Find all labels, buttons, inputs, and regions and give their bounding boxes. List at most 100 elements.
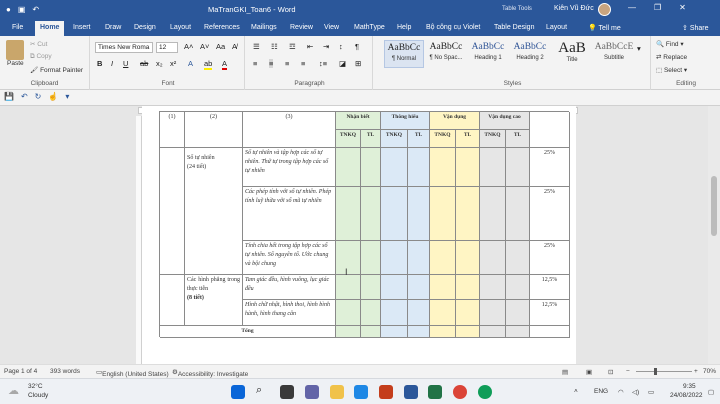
tab-layout[interactable]: Layout: [170, 24, 191, 31]
count-cell[interactable]: [430, 187, 456, 241]
count-cell[interactable]: [430, 275, 456, 300]
clock-date[interactable]: 24/08/2022: [670, 392, 703, 399]
sub-header[interactable]: TL: [361, 130, 381, 148]
accessibility-status[interactable]: ⚙ Accessibility: Investigate: [172, 368, 248, 378]
tell-me-search[interactable]: 💡 Tell me: [588, 24, 621, 32]
zoom-level[interactable]: 70%: [703, 368, 716, 375]
borders-icon[interactable]: ⊞: [355, 59, 361, 68]
count-cell[interactable]: [480, 187, 506, 241]
count-cell[interactable]: [456, 241, 480, 275]
sub-header[interactable]: TL: [506, 130, 530, 148]
tab-insert[interactable]: Insert: [73, 24, 91, 31]
total-cell[interactable]: [480, 326, 506, 338]
align-right-icon[interactable]: ≡: [285, 59, 289, 68]
task-view-icon[interactable]: [280, 385, 294, 399]
cloud-icon[interactable]: ☁: [8, 384, 19, 397]
empty-cell[interactable]: [160, 148, 185, 275]
input-language[interactable]: ENG: [594, 388, 608, 395]
change-case-icon[interactable]: Aa: [216, 42, 225, 51]
empty-cell[interactable]: [160, 275, 185, 326]
font-name-select[interactable]: Times New Roma: [95, 42, 153, 53]
count-cell[interactable]: [336, 148, 361, 187]
word-icon[interactable]: [404, 385, 418, 399]
tab-help[interactable]: Help: [397, 24, 411, 31]
sub-header[interactable]: TL: [408, 130, 430, 148]
column-number[interactable]: (2): [185, 112, 243, 148]
vertical-scrollbar[interactable]: [708, 106, 720, 364]
count-cell[interactable]: [336, 187, 361, 241]
column-number[interactable]: (3): [243, 112, 336, 148]
count-cell[interactable]: [480, 148, 506, 187]
total-cell[interactable]: [408, 326, 430, 338]
count-cell[interactable]: [506, 300, 530, 326]
style-normal[interactable]: AaBbCc ¶ Normal: [384, 40, 424, 68]
customize-icon[interactable]: ▾: [65, 92, 69, 102]
level-header[interactable]: Vận dụng cao: [480, 112, 530, 130]
temperature[interactable]: 32°C: [28, 383, 43, 390]
count-cell[interactable]: [408, 300, 430, 326]
shrink-font-icon[interactable]: A˅: [200, 42, 209, 51]
pilcrow-icon[interactable]: ¶: [355, 42, 359, 51]
avatar[interactable]: [598, 3, 611, 16]
count-cell[interactable]: [506, 148, 530, 187]
count-cell[interactable]: [456, 187, 480, 241]
justify-icon[interactable]: ≡: [301, 59, 305, 68]
weather-status[interactable]: Cloudy: [28, 392, 48, 399]
tray-chevron-icon[interactable]: ˄: [574, 388, 578, 395]
count-cell[interactable]: [506, 275, 530, 300]
multilevel-icon[interactable]: ☲: [289, 42, 296, 51]
share-button[interactable]: ⇪ Share: [682, 24, 709, 32]
total-cell[interactable]: [336, 326, 361, 338]
scroll-thumb[interactable]: [711, 176, 717, 236]
count-cell[interactable]: [361, 241, 381, 275]
file-explorer-icon[interactable]: [330, 385, 344, 399]
decrease-indent-icon[interactable]: ⇤: [307, 42, 313, 51]
tab-table-design[interactable]: Table Design: [494, 24, 534, 31]
close-button[interactable]: ✕: [679, 3, 686, 12]
count-cell[interactable]: [480, 275, 506, 300]
chrome-icon[interactable]: [453, 385, 467, 399]
tab-violet[interactable]: Bộ công cụ Violet: [426, 24, 480, 31]
count-cell[interactable]: [381, 241, 408, 275]
percent-cell[interactable]: 25%: [530, 241, 570, 275]
web-layout-icon[interactable]: ⊡: [608, 368, 613, 376]
zoom-out-icon[interactable]: −: [626, 368, 630, 375]
content-cell[interactable]: Hình chữ nhật, hình thoi, hình bình hành…: [243, 300, 336, 326]
count-cell[interactable]: [506, 241, 530, 275]
count-cell[interactable]: [456, 300, 480, 326]
battery-icon[interactable]: ▭: [648, 388, 654, 396]
count-cell[interactable]: [480, 300, 506, 326]
copy-button[interactable]: ⧉ Copy: [30, 53, 52, 61]
undo-icon[interactable]: ↶: [21, 92, 28, 102]
styles-more-icon[interactable]: ▾: [637, 44, 641, 53]
sub-header[interactable]: TNKQ: [480, 130, 506, 148]
language-status[interactable]: ▭ English (United States): [96, 368, 169, 378]
count-cell[interactable]: [456, 148, 480, 187]
highlight-icon[interactable]: ab: [204, 59, 213, 70]
line-spacing-icon[interactable]: ↕≡: [319, 59, 327, 68]
count-cell[interactable]: [408, 148, 430, 187]
read-mode-icon[interactable]: ▤: [562, 368, 568, 376]
tab-home[interactable]: Home: [35, 21, 65, 36]
percent-cell[interactable]: 25%: [530, 148, 570, 187]
count-cell[interactable]: [361, 300, 381, 326]
user-name[interactable]: Kiên Vũ Đức: [554, 5, 594, 12]
save-icon[interactable]: ▣: [18, 5, 26, 14]
save-icon[interactable]: 💾: [4, 92, 14, 102]
touch-mode-icon[interactable]: ☝: [48, 92, 58, 102]
paste-button[interactable]: Paste: [7, 60, 24, 67]
style-heading-1[interactable]: AaBbCc Heading 1: [468, 40, 508, 68]
count-cell[interactable]: [408, 187, 430, 241]
paste-icon[interactable]: [6, 40, 24, 60]
topic-cell[interactable]: Số tự nhiên (24 tiết): [185, 148, 243, 275]
sub-header[interactable]: TNKQ: [381, 130, 408, 148]
select-button[interactable]: ⬚ Select ▾: [656, 66, 687, 74]
tab-design[interactable]: Design: [134, 24, 156, 31]
text-effects-icon[interactable]: A: [188, 59, 193, 68]
shading-icon[interactable]: ◪: [339, 59, 346, 68]
italic-icon[interactable]: I: [111, 59, 113, 68]
tab-view[interactable]: View: [324, 24, 339, 31]
autosave-icon[interactable]: ●: [6, 5, 11, 14]
bold-icon[interactable]: B: [97, 59, 102, 68]
align-left-icon[interactable]: ≡: [253, 59, 257, 68]
